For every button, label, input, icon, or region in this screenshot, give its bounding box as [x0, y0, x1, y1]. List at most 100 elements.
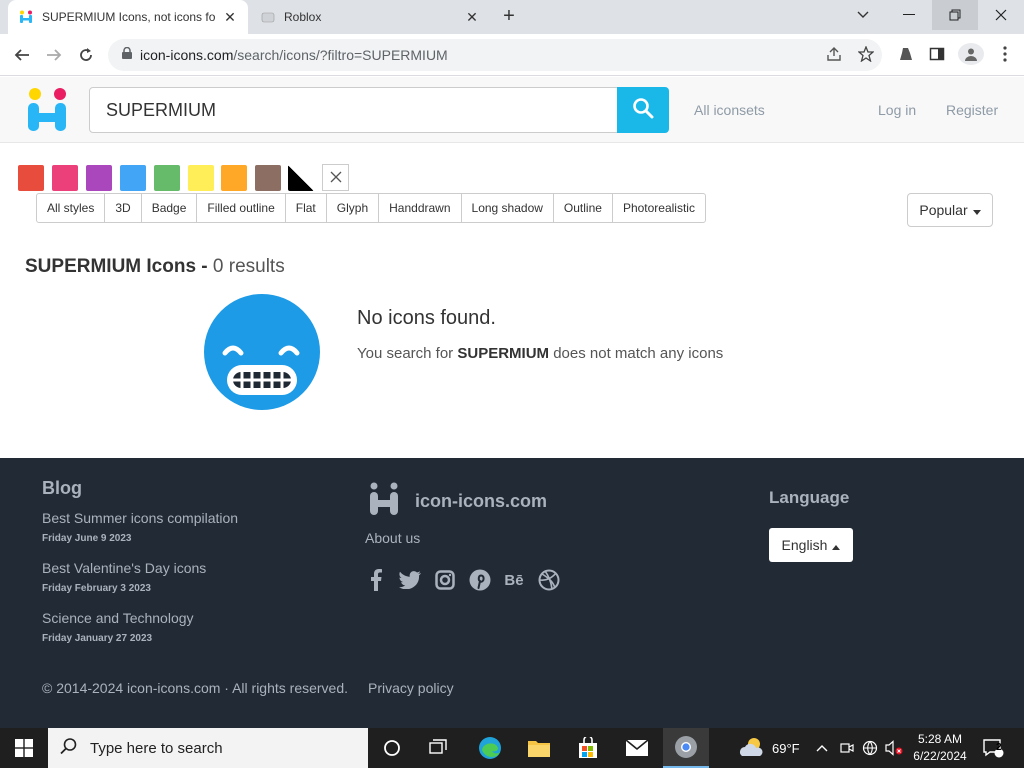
microsoft-store-icon[interactable]: [565, 728, 611, 768]
all-iconsets-link[interactable]: All iconsets: [694, 102, 765, 118]
taskbar-search-placeholder: Type here to search: [90, 739, 223, 757]
dribbble-icon[interactable]: [537, 568, 561, 592]
lock-icon: [122, 46, 132, 64]
style-photorealistic[interactable]: Photorealistic: [613, 194, 705, 222]
file-explorer-icon[interactable]: [516, 728, 562, 768]
volume-muted-icon[interactable]: [885, 728, 903, 768]
style-flat[interactable]: Flat: [286, 194, 327, 222]
search-input[interactable]: SUPERMIUM: [89, 87, 619, 133]
caret-up-icon: [832, 537, 841, 553]
results-count: 0 results: [212, 256, 285, 277]
clock-date: 6/22/2024: [913, 749, 967, 763]
address-bar[interactable]: icon-icons.com/search/icons/?filtro=SUPE…: [108, 39, 882, 71]
style-all[interactable]: All styles: [37, 194, 106, 222]
roblox-favicon: [260, 9, 276, 25]
search-button[interactable]: [617, 87, 669, 133]
blog-post-date: Friday June 9 2023: [42, 533, 132, 544]
style-long-shadow[interactable]: Long shadow: [462, 194, 554, 222]
footer-brand[interactable]: icon-icons.com: [369, 482, 547, 521]
network-globe-icon[interactable]: [862, 728, 878, 768]
share-icon[interactable]: [823, 43, 845, 65]
blog-post-date: Friday February 3 2023: [42, 583, 151, 594]
color-swatch-purple[interactable]: [86, 165, 112, 191]
register-link[interactable]: Register: [946, 102, 998, 118]
taskbar-clock[interactable]: 5:28 AM 6/22/2024: [908, 731, 972, 765]
instagram-icon[interactable]: [433, 568, 457, 592]
tab-roblox[interactable]: Roblox ✕: [250, 0, 490, 34]
behance-icon[interactable]: Bē: [502, 568, 526, 592]
style-glyph[interactable]: Glyph: [327, 194, 380, 222]
close-window-button[interactable]: [978, 0, 1024, 30]
blog-post-date: Friday January 27 2023: [42, 633, 153, 644]
about-us-link[interactable]: About us: [365, 530, 420, 546]
close-tab-icon[interactable]: ✕: [218, 9, 242, 26]
site-logo[interactable]: [26, 87, 70, 133]
clear-color-button[interactable]: [322, 164, 349, 191]
tab-supermium[interactable]: SUPERMIUM Icons, not icons fo ✕: [8, 0, 248, 34]
tab-title: SUPERMIUM Icons, not icons fo: [42, 10, 216, 24]
clock-time: 5:28 AM: [917, 732, 963, 746]
side-panel-icon[interactable]: [926, 43, 948, 65]
chrome-taskbar-icon[interactable]: [663, 728, 709, 768]
edge-browser-icon[interactable]: [467, 728, 513, 768]
partly-cloudy-icon: [738, 736, 766, 761]
profile-avatar-icon[interactable]: [958, 43, 984, 65]
mail-icon[interactable]: [614, 728, 660, 768]
color-swatch-yellow[interactable]: [188, 165, 214, 191]
taskbar-search-box[interactable]: Type here to search: [48, 728, 368, 768]
style-handdrawn[interactable]: Handdrawn: [379, 194, 462, 222]
blog-post-link[interactable]: Science and Technology: [42, 610, 194, 626]
facebook-icon[interactable]: [364, 568, 388, 592]
color-swatch-red[interactable]: [18, 165, 44, 191]
sort-dropdown[interactable]: Popular: [907, 193, 993, 227]
style-3d[interactable]: 3D: [105, 194, 142, 222]
show-hidden-icons-chevron-icon[interactable]: [816, 728, 828, 768]
no-results-title: No icons found.: [357, 307, 496, 329]
language-heading: Language: [769, 488, 850, 507]
language-dropdown[interactable]: English: [769, 528, 853, 562]
close-tab-icon[interactable]: ✕: [460, 9, 484, 26]
style-filled-outline[interactable]: Filled outline: [197, 194, 286, 222]
meet-now-icon[interactable]: [840, 728, 854, 768]
weather-temperature: 69°F: [772, 740, 800, 756]
footer-brand-name: icon-icons.com: [415, 491, 548, 511]
color-swatch-pink[interactable]: [52, 165, 78, 191]
color-swatch-orange[interactable]: [221, 165, 247, 191]
restore-button[interactable]: [932, 0, 978, 30]
twitter-icon[interactable]: [398, 568, 422, 592]
tab-title: Roblox: [284, 10, 322, 24]
search-icon: [60, 737, 78, 760]
tab-search-icon[interactable]: [840, 0, 886, 30]
extensions-icon[interactable]: [895, 43, 917, 65]
color-swatch-brown[interactable]: [255, 165, 281, 191]
results-query: SUPERMIUM Icons -: [25, 256, 208, 277]
icon-icons-favicon: [18, 9, 34, 25]
bookmark-star-icon[interactable]: [855, 43, 877, 65]
notification-center-icon[interactable]: 2: [982, 728, 1004, 768]
color-swatch-green[interactable]: [154, 165, 180, 191]
cortana-icon[interactable]: [369, 728, 415, 768]
style-badge[interactable]: Badge: [142, 194, 198, 222]
color-swatch-blue[interactable]: [120, 165, 146, 191]
blog-post-link[interactable]: Best Valentine's Day icons: [42, 560, 206, 576]
minimize-button[interactable]: [886, 0, 932, 30]
new-tab-button[interactable]: +: [498, 5, 520, 27]
style-filter-group: All styles 3D Badge Filled outline Flat …: [36, 193, 706, 223]
forward-arrow-icon[interactable]: [41, 42, 67, 68]
caret-down-icon: [972, 202, 981, 218]
menu-kebab-icon[interactable]: [994, 43, 1016, 65]
style-outline[interactable]: Outline: [554, 194, 613, 222]
blog-post-link[interactable]: Best Summer icons compilation: [42, 510, 238, 526]
color-swatch-black-white[interactable]: [288, 165, 314, 191]
sort-label: Popular: [919, 202, 968, 218]
language-label: English: [781, 537, 828, 553]
weather-widget[interactable]: 69°F: [738, 728, 800, 768]
reload-icon[interactable]: [73, 42, 99, 68]
login-link[interactable]: Log in: [878, 102, 916, 118]
windows-start-icon[interactable]: [0, 728, 48, 768]
privacy-policy-link[interactable]: Privacy policy: [368, 680, 454, 696]
pinterest-icon[interactable]: [468, 568, 492, 592]
task-view-icon[interactable]: [416, 728, 462, 768]
copyright-text: © 2014-2024 icon-icons.com · All rights …: [42, 680, 349, 696]
back-arrow-icon[interactable]: [9, 42, 35, 68]
